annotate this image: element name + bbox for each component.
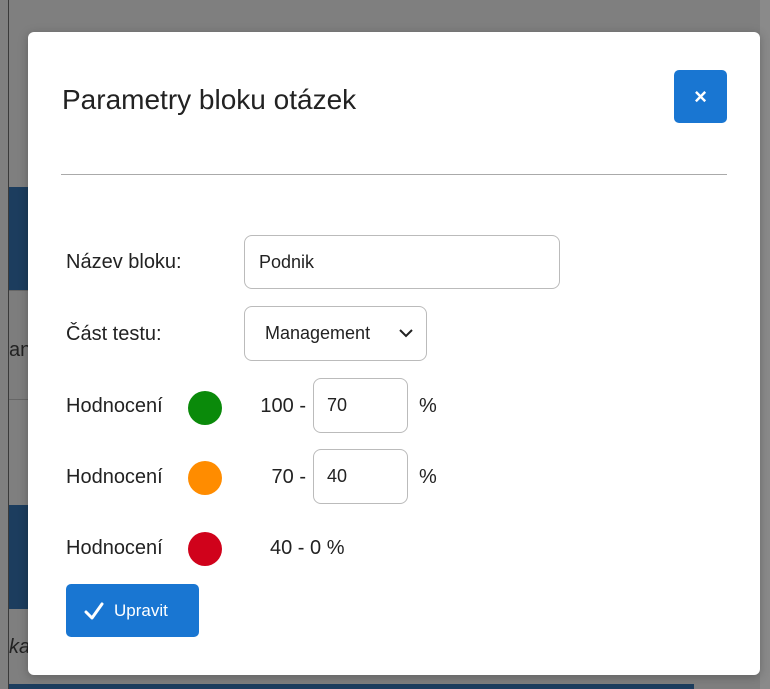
chevron-down-icon <box>399 329 413 338</box>
test-section-label: Část testu: <box>66 323 162 345</box>
rating-range-red: 40 - 0 % <box>270 537 345 559</box>
page-right-edge <box>760 0 770 689</box>
close-button[interactable]: × <box>674 70 727 123</box>
orange-status-dot <box>188 461 222 495</box>
test-section-selected-value: Management <box>265 323 371 343</box>
update-button[interactable]: Upravit <box>66 584 199 637</box>
rating-threshold-orange-input[interactable] <box>313 449 408 504</box>
close-icon: × <box>694 83 707 109</box>
percent-sign: % <box>419 466 437 488</box>
rating-label-red: Hodnocení <box>66 537 163 559</box>
update-button-label: Upravit <box>114 600 168 620</box>
rating-upper-green: 100 - <box>260 395 306 417</box>
percent-sign: % <box>419 395 437 417</box>
red-status-dot <box>188 532 222 566</box>
block-name-label: Název bloku: <box>66 251 182 273</box>
test-section-select[interactable]: Management <box>244 306 427 361</box>
rating-label-green: Hodnocení <box>66 395 163 417</box>
block-parameters-dialog: Parametry bloku otázek × Název bloku: Čá… <box>28 32 760 675</box>
green-status-dot <box>188 391 222 425</box>
block-name-input[interactable] <box>244 235 560 289</box>
background-footer-bar <box>9 684 694 689</box>
checkmark-icon <box>84 602 104 619</box>
rating-label-orange: Hodnocení <box>66 466 163 488</box>
dialog-title: Parametry bloku otázek <box>62 84 357 115</box>
header-divider <box>61 174 727 175</box>
rating-upper-orange: 70 - <box>271 466 306 488</box>
rating-threshold-green-input[interactable] <box>313 378 408 433</box>
background-text: ka <box>9 636 31 658</box>
